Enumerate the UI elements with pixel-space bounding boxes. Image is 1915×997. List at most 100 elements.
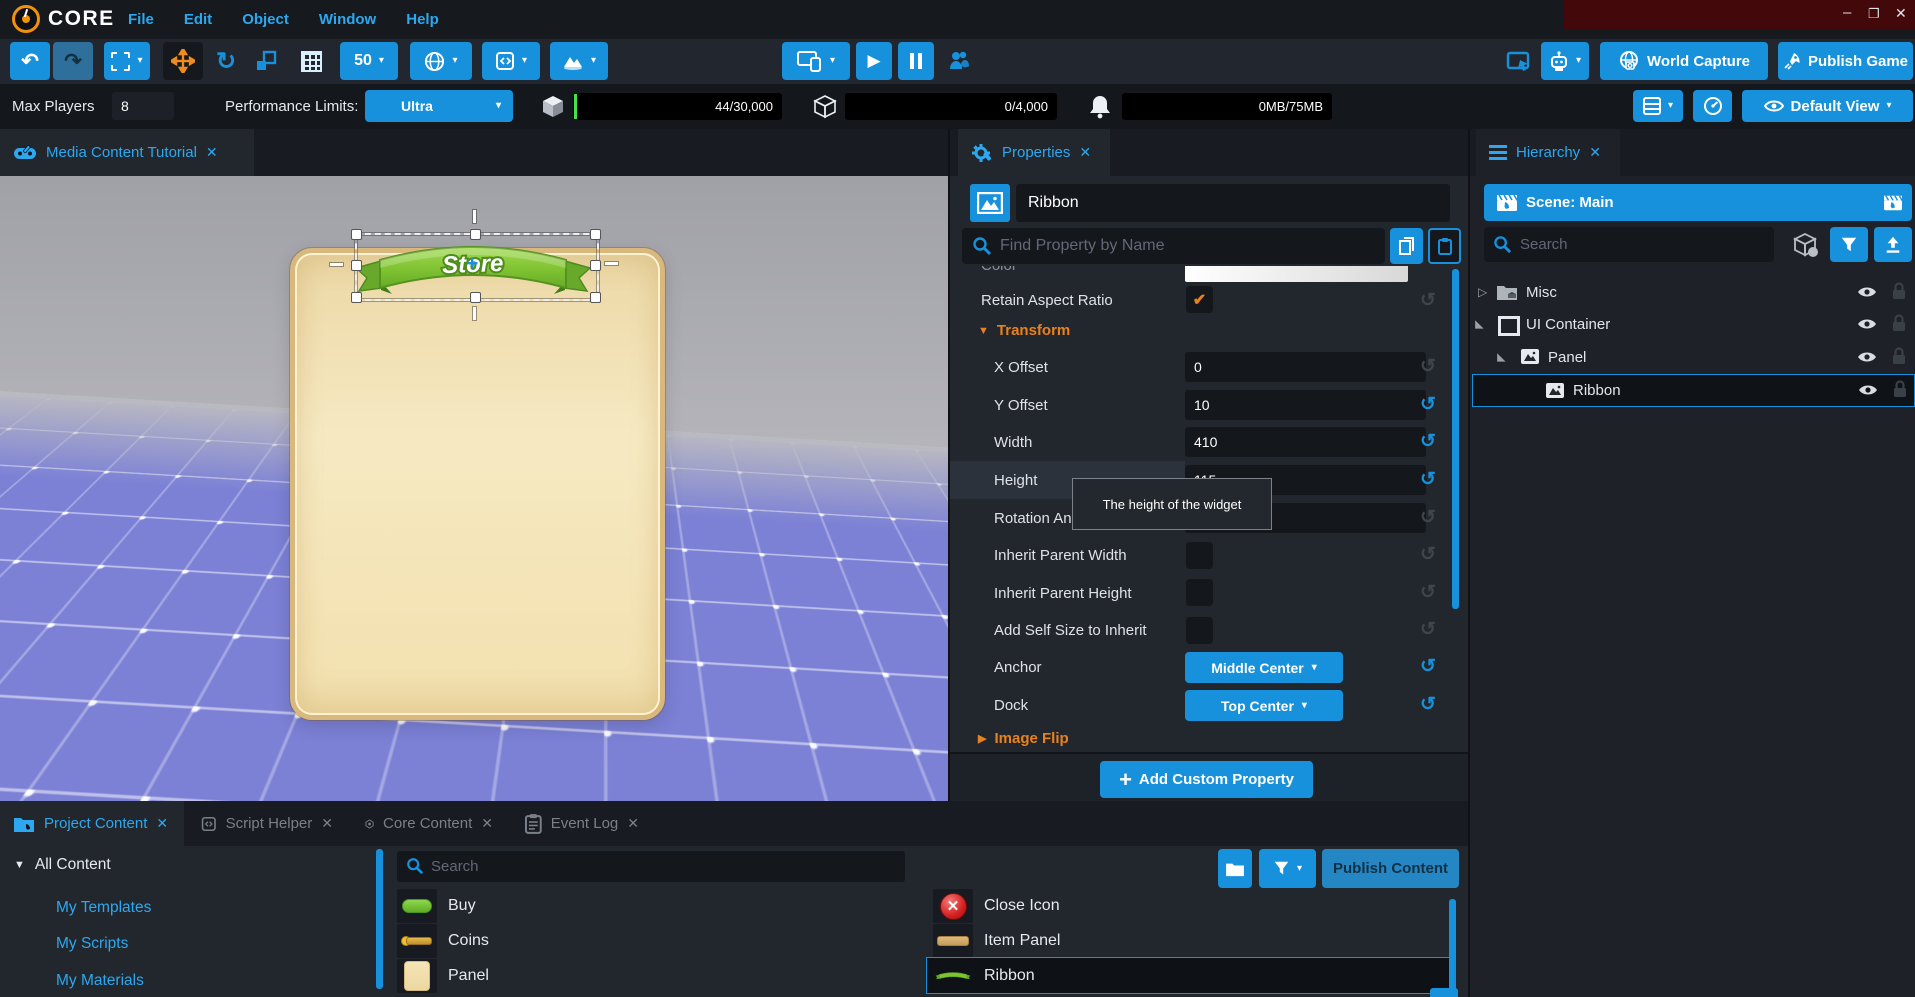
- tree-item-my-scripts[interactable]: My Scripts: [56, 935, 128, 953]
- network-context-icon[interactable]: [1792, 231, 1820, 259]
- item-thumbnail-coins[interactable]: [397, 924, 437, 958]
- undo-button[interactable]: ↶: [10, 42, 50, 80]
- visibility-eye-icon[interactable]: [1856, 285, 1878, 299]
- tree-item-my-templates[interactable]: My Templates: [56, 899, 151, 917]
- layout-dropdown[interactable]: ▾: [1633, 90, 1683, 122]
- expander-expanded-icon[interactable]: ◢: [1474, 320, 1487, 328]
- scene-manager-button[interactable]: [1874, 184, 1912, 221]
- tab-media-content-tutorial[interactable]: Media Content Tutorial ✕: [0, 129, 254, 176]
- tab-close-icon[interactable]: ✕: [321, 815, 333, 832]
- content-search-input[interactable]: [429, 851, 897, 882]
- hierarchy-filter-button[interactable]: [1830, 227, 1868, 262]
- reset-icon[interactable]: ↺: [1416, 545, 1440, 564]
- anchor-dropdown[interactable]: Middle Center▾: [1185, 652, 1343, 683]
- item-label[interactable]: Close Icon: [984, 897, 1060, 915]
- rotate-tool-button[interactable]: ↻: [209, 42, 243, 80]
- store-panel-image[interactable]: [290, 248, 665, 720]
- window-close-button[interactable]: ✕: [1895, 5, 1907, 22]
- copy-properties-button[interactable]: [1390, 228, 1423, 264]
- hierarchy-node-ui-container[interactable]: ◢ UI Container: [1470, 309, 1915, 339]
- hierarchy-export-button[interactable]: [1874, 227, 1912, 262]
- reset-icon[interactable]: ↺: [1416, 395, 1440, 414]
- item-label[interactable]: Coins: [448, 932, 489, 950]
- grid-snap-button[interactable]: [294, 42, 328, 80]
- expander-collapsed-icon[interactable]: ▷: [1478, 285, 1487, 299]
- expander-expanded-icon[interactable]: ◢: [1496, 353, 1509, 361]
- hierarchy-node-ribbon-selected[interactable]: Ribbon: [1472, 374, 1915, 407]
- visibility-eye-icon[interactable]: [1856, 350, 1878, 364]
- publish-game-button[interactable]: Publish Game: [1778, 42, 1913, 80]
- world-settings-dropdown[interactable]: ▾: [410, 42, 472, 80]
- lock-icon[interactable]: [1892, 282, 1906, 300]
- tab-close-icon[interactable]: ✕: [481, 815, 493, 832]
- reset-icon[interactable]: ↺: [1416, 291, 1440, 310]
- width-input[interactable]: 410: [1185, 427, 1426, 457]
- scale-tool-button[interactable]: [248, 42, 284, 80]
- image-flip-section-header[interactable]: ▶ Image Flip: [978, 730, 1069, 747]
- move-tool-button[interactable]: [163, 42, 203, 80]
- multiplayer-preview-button[interactable]: [942, 42, 976, 80]
- reset-icon[interactable]: ↺: [1416, 470, 1440, 489]
- tab-close-icon[interactable]: ✕: [1079, 144, 1091, 161]
- reset-icon[interactable]: ↺: [1416, 583, 1440, 602]
- publish-content-button[interactable]: Publish Content: [1322, 849, 1459, 888]
- tab-core-content[interactable]: Core Content ✕: [352, 801, 506, 846]
- device-preview-dropdown[interactable]: ▾: [782, 42, 850, 80]
- performance-limits-dropdown[interactable]: Ultra ▾: [365, 90, 513, 122]
- play-button[interactable]: ▶: [856, 42, 892, 80]
- property-search-input[interactable]: [998, 228, 1378, 264]
- y-offset-input[interactable]: 10: [1185, 390, 1426, 420]
- menu-file[interactable]: File: [128, 11, 154, 28]
- visibility-eye-icon[interactable]: [1857, 383, 1879, 397]
- selection-handle[interactable]: [590, 229, 601, 240]
- content-filter-dropdown[interactable]: ▾: [1259, 849, 1316, 888]
- add-custom-property-button[interactable]: + Add Custom Property: [1100, 761, 1313, 798]
- item-label[interactable]: Ribbon: [984, 967, 1035, 985]
- reset-icon[interactable]: ↺: [1416, 432, 1440, 451]
- reset-icon[interactable]: ↺: [1416, 620, 1440, 639]
- window-maximize-button[interactable]: ❐: [1868, 6, 1880, 22]
- object-name-input[interactable]: [1016, 184, 1450, 222]
- reset-icon[interactable]: ↺: [1416, 357, 1440, 376]
- lock-icon[interactable]: [1892, 347, 1906, 365]
- max-players-input[interactable]: 8: [112, 92, 174, 120]
- reset-icon[interactable]: ↺: [1416, 508, 1440, 527]
- hierarchy-node-panel[interactable]: ◢ Panel: [1470, 342, 1915, 372]
- item-thumbnail-buy[interactable]: [397, 889, 437, 923]
- item-thumbnail-ribbon[interactable]: [933, 959, 973, 993]
- redo-button[interactable]: ↷: [53, 42, 93, 80]
- corner-button-partial[interactable]: [1430, 988, 1458, 997]
- selection-handle[interactable]: [351, 229, 362, 240]
- menu-window[interactable]: Window: [319, 11, 376, 28]
- lock-icon[interactable]: [1892, 314, 1906, 332]
- selection-handle[interactable]: [351, 260, 362, 271]
- selection-handle[interactable]: [590, 292, 601, 303]
- pause-button[interactable]: [898, 42, 934, 80]
- content-scrollbar[interactable]: [1449, 899, 1456, 997]
- color-swatch[interactable]: [1185, 266, 1408, 282]
- item-label[interactable]: Item Panel: [984, 932, 1060, 950]
- properties-scrollbar[interactable]: [1452, 269, 1459, 609]
- screen-capture-button[interactable]: [1503, 46, 1535, 78]
- x-offset-input[interactable]: 0: [1185, 352, 1426, 382]
- hierarchy-node-misc[interactable]: ▷ Misc: [1470, 277, 1915, 307]
- terrain-tools-dropdown[interactable]: ▾: [550, 42, 608, 80]
- item-thumbnail-item-panel[interactable]: [933, 924, 973, 958]
- tab-close-icon[interactable]: ✕: [206, 144, 218, 161]
- item-label[interactable]: Panel: [448, 967, 489, 985]
- template-tools-dropdown[interactable]: ▾: [482, 42, 540, 80]
- transform-section-header[interactable]: ▼ Transform: [978, 322, 1070, 339]
- reset-icon[interactable]: ↺: [1416, 695, 1440, 714]
- tab-close-icon[interactable]: ✕: [156, 815, 168, 832]
- viewport-3d[interactable]: Store + z x y: [0, 176, 948, 801]
- tab-close-icon[interactable]: ✕: [1589, 144, 1601, 161]
- retain-aspect-checkbox[interactable]: ✔: [1186, 286, 1213, 313]
- select-mode-dropdown[interactable]: ▾: [104, 42, 150, 80]
- paste-properties-button[interactable]: [1428, 228, 1461, 264]
- world-capture-button[interactable]: World Capture: [1600, 42, 1768, 80]
- tab-project-content[interactable]: Project Content ✕: [0, 801, 184, 846]
- tab-hierarchy[interactable]: Hierarchy ✕: [1476, 129, 1620, 176]
- performance-gauge-button[interactable]: [1693, 90, 1732, 122]
- dock-dropdown[interactable]: Top Center▾: [1185, 690, 1343, 721]
- menu-edit[interactable]: Edit: [184, 11, 212, 28]
